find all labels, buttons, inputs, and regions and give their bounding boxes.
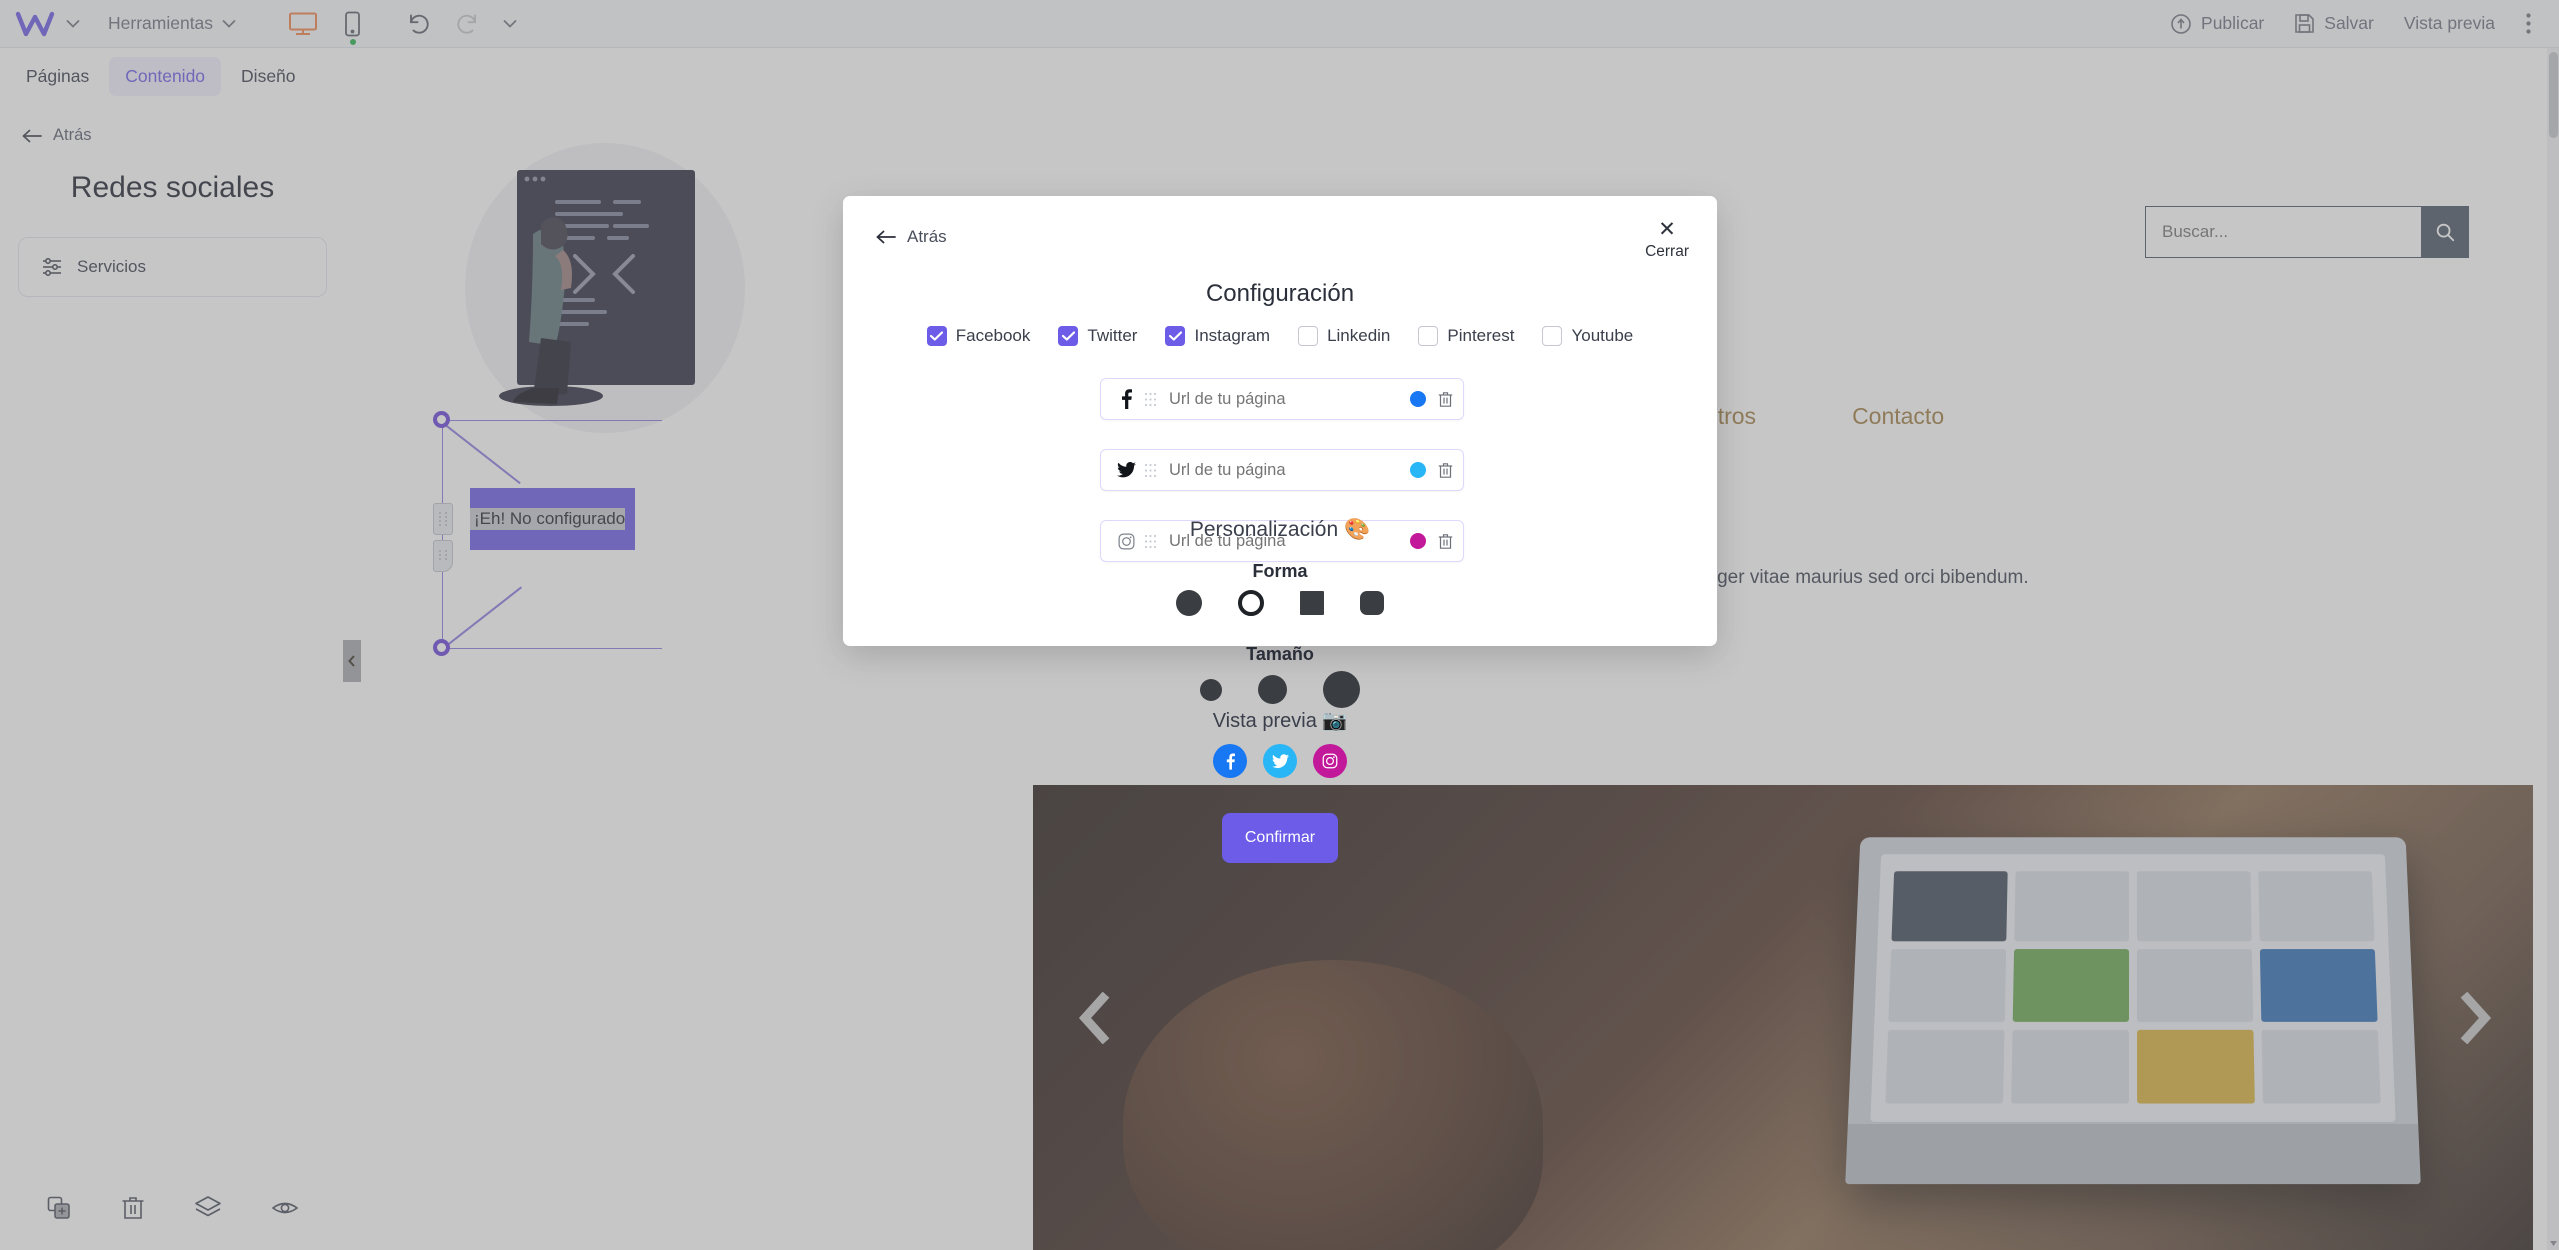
checkbox-box[interactable]	[1165, 326, 1186, 346]
url-row-facebook[interactable]	[1100, 378, 1464, 420]
check-icon	[1168, 331, 1182, 341]
checkbox-box[interactable]	[926, 326, 947, 346]
color-swatch-twitter[interactable]	[1410, 462, 1426, 478]
checkbox-youtube-label: Youtube	[1571, 326, 1634, 345]
size-heading: Tamaño	[1246, 644, 1314, 664]
checkbox-box[interactable]	[1298, 326, 1319, 346]
shape-option-outline-circle[interactable]	[1238, 590, 1264, 616]
check-icon	[1061, 331, 1075, 341]
modal-close-button[interactable]: ✕ Cerrar	[1645, 218, 1689, 261]
shape-option-rounded-square[interactable]	[1360, 591, 1384, 615]
checkbox-pinterest[interactable]: Pinterest	[1418, 326, 1514, 346]
preview-facebook-icon[interactable]	[1213, 744, 1247, 778]
arrow-left-icon	[876, 230, 896, 244]
preview-heading: Vista previa 📷	[1212, 710, 1348, 732]
checkbox-facebook-label: Facebook	[955, 326, 1031, 345]
shape-option-square[interactable]	[1300, 591, 1324, 615]
checkbox-box[interactable]	[1542, 326, 1563, 346]
shape-options	[843, 590, 1717, 616]
size-options	[843, 671, 1717, 708]
checkbox-facebook[interactable]: Facebook	[926, 326, 1031, 346]
checkbox-instagram[interactable]: Instagram	[1165, 326, 1270, 346]
preview-icon-row	[843, 744, 1717, 778]
modal-back-button[interactable]: Atrás	[876, 227, 947, 247]
checkbox-linkedin[interactable]: Linkedin	[1298, 326, 1390, 346]
checkbox-pinterest-label: Pinterest	[1447, 326, 1515, 345]
drag-handle-icon[interactable]	[1137, 463, 1163, 478]
checkbox-twitter-label: Twitter	[1087, 326, 1138, 345]
color-swatch-facebook[interactable]	[1410, 391, 1426, 407]
network-checkbox-row: Facebook Twitter Instagram Linkedin Pint…	[843, 326, 1717, 346]
checkbox-box[interactable]	[1058, 326, 1079, 346]
checkbox-twitter[interactable]: Twitter	[1058, 326, 1137, 346]
size-option-medium[interactable]	[1258, 675, 1287, 704]
shape-heading: Forma	[1252, 561, 1308, 581]
checkbox-box[interactable]	[1418, 326, 1439, 346]
confirm-button[interactable]: Confirmar	[1222, 813, 1338, 863]
checkbox-instagram-label: Instagram	[1194, 326, 1271, 345]
twitter-icon	[1115, 462, 1137, 478]
modal-back-label: Atrás	[907, 227, 947, 246]
trash-icon[interactable]	[1438, 462, 1453, 479]
personalization-heading: Personalización 🎨	[1189, 518, 1371, 541]
facebook-icon	[1115, 389, 1137, 409]
trash-icon[interactable]	[1438, 391, 1453, 408]
modal-close-label: Cerrar	[1645, 243, 1689, 260]
shape-option-filled-circle[interactable]	[1176, 590, 1202, 616]
url-input-twitter[interactable]	[1163, 460, 1410, 480]
check-icon	[930, 331, 944, 341]
drag-handle-icon[interactable]	[1137, 392, 1163, 407]
preview-instagram-icon[interactable]	[1313, 744, 1347, 778]
close-icon: ✕	[1658, 218, 1676, 241]
size-option-large[interactable]	[1323, 671, 1360, 708]
settings-modal: Atrás ✕ Cerrar Configuración Facebook Tw…	[843, 196, 1717, 863]
url-input-facebook[interactable]	[1163, 389, 1410, 409]
preview-twitter-icon[interactable]	[1263, 744, 1297, 778]
url-row-twitter[interactable]	[1100, 449, 1464, 491]
checkbox-youtube[interactable]: Youtube	[1542, 326, 1633, 346]
checkbox-linkedin-label: Linkedin	[1327, 326, 1391, 345]
size-option-small[interactable]	[1200, 678, 1222, 701]
modal-title: Configuración	[1205, 280, 1355, 307]
